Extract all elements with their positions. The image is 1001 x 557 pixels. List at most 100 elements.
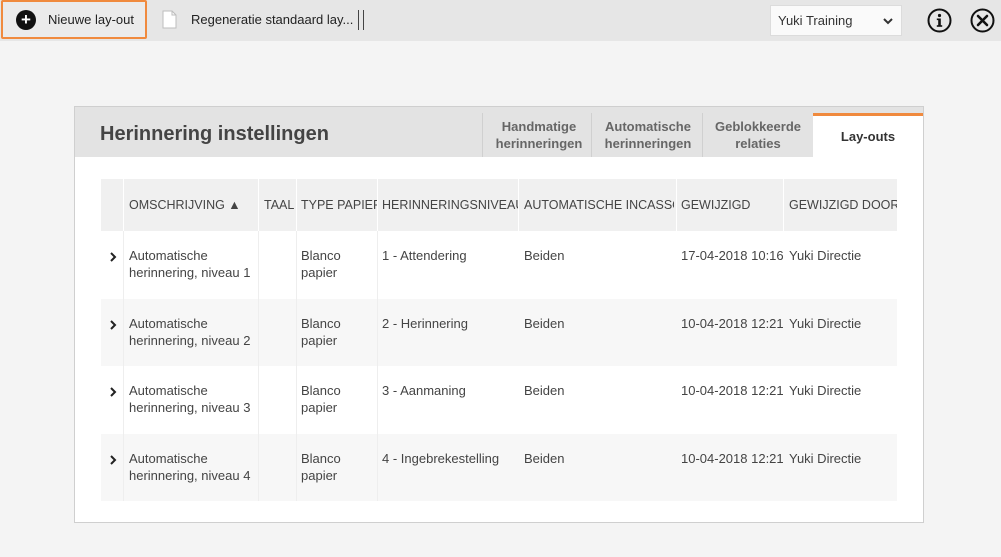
cell-auto-collection: Beiden [524,383,565,398]
cell-divider [377,433,378,501]
company-select-value: Yuki Training [778,13,853,28]
cell-divider [123,366,124,434]
cell-divider [258,433,259,501]
toolbar-separator [358,10,364,30]
column-header-modified[interactable]: GEWIJZIGD [681,179,781,231]
tab-layouts[interactable]: Lay-outs [813,113,923,157]
new-layout-button[interactable]: + Nieuwe lay-out [1,0,147,39]
column-divider [258,179,259,231]
cell-reminder-level: 4 - Ingebrekestelling [382,450,500,466]
reminder-settings-panel: Herinnering instellingen Handmatige herin… [74,106,924,523]
cell-modified-by: Yuki Directie [789,383,862,398]
chevron-right-icon[interactable] [109,454,117,465]
column-header-description[interactable]: OMSCHRIJVING ▲ [129,179,257,231]
cell-description: Automatische herinnering, niveau 2 [129,315,250,349]
column-header-reminder-level[interactable]: HERINNERINGSNIVEAU [382,179,518,231]
tab-label-line1: Automatische [605,119,691,134]
cell-description: Automatische herinnering, niveau 4 [129,450,250,484]
cell-description: Automatische herinnering, niveau 1 [129,247,250,281]
cell-description-line2: herinnering, niveau 2 [129,332,251,348]
cell-divider [296,298,297,366]
table-row[interactable]: Automatische herinnering, niveau 1 Blanco… [101,231,897,299]
cell-description-line2: herinnering, niveau 4 [129,467,251,483]
column-header-language[interactable]: TAAL [264,179,297,231]
cell-paper-line2: papier [301,265,338,280]
cell-divider [258,366,259,434]
cell-divider [296,231,297,299]
cell-paper-type: Blanco papier [301,315,341,349]
cell-divider [377,298,378,366]
cell-divider [377,231,378,299]
cell-paper-type: Blanco papier [301,247,341,281]
cell-description-line1: Automatische [129,248,208,263]
cell-modified-by: Yuki Directie [789,248,862,263]
column-divider [296,179,297,231]
layouts-table: OMSCHRIJVING ▲ TAAL TYPE PAPIER HERINNER… [101,179,897,501]
cell-description-line1: Automatische [129,315,208,331]
close-icon[interactable] [970,8,995,33]
tab-label-line1: Geblokkeerde [715,119,801,134]
regenerate-standard-layout-button[interactable]: Regeneratie standaard lay... [162,0,353,39]
cell-divider [123,433,124,501]
chevron-down-icon [883,18,893,25]
cell-modified: 10-04-2018 12:21 [681,383,784,398]
column-divider [676,179,677,231]
cell-modified: 10-04-2018 12:21 [681,315,784,331]
page-title: Herinnering instellingen [100,123,329,145]
column-divider [518,179,519,231]
chevron-right-icon[interactable] [109,319,117,330]
table-row[interactable]: Automatische herinnering, niveau 4 Blanco… [101,433,897,501]
tab-label-line2: herinneringen [604,136,692,151]
regenerate-label: Regeneratie standaard lay... [191,12,354,27]
table-row[interactable]: Automatische herinnering, niveau 3 Blanco… [101,366,897,434]
cell-description-line1: Automatische [129,383,208,398]
tab-label-line2: herinneringen [495,136,583,151]
cell-auto-collection: Beiden [524,450,565,466]
cell-paper-type: Blanco papier [301,382,341,416]
cell-paper-line1: Blanco [301,383,341,398]
tab-label-line2: relaties [735,136,781,151]
cell-paper-line2: papier [301,400,338,415]
plus-circle-icon: + [16,9,36,30]
chevron-right-icon[interactable] [109,387,117,397]
tab-blocked-relations[interactable]: Geblokkeerde relaties [702,113,813,157]
cell-divider [258,298,259,366]
cell-description-line2: herinnering, niveau 3 [129,400,251,415]
column-divider [123,179,124,231]
cell-modified: 10-04-2018 12:21 [681,450,784,466]
column-divider [783,179,784,231]
cell-auto-collection: Beiden [524,315,565,331]
cell-divider [123,231,124,299]
cell-modified: 17-04-2018 10:16 [681,248,784,263]
column-header-paper-type[interactable]: TYPE PAPIER [301,179,377,231]
info-icon[interactable] [927,8,952,33]
tab-manual-reminders[interactable]: Handmatige herinneringen [482,113,595,157]
cell-reminder-level: 1 - Attendering [382,248,467,263]
column-divider [377,179,378,231]
cell-paper-line2: papier [301,467,338,483]
chevron-right-icon[interactable] [109,252,117,262]
cell-paper-line2: papier [301,332,338,348]
cell-divider [123,298,124,366]
table-header: OMSCHRIJVING ▲ TAAL TYPE PAPIER HERINNER… [101,179,897,231]
table-row[interactable]: Automatische herinnering, niveau 2 Blanco… [101,298,897,366]
cell-divider [258,231,259,299]
column-header-auto-collection[interactable]: AUTOMATISCHE INCASSO [524,179,674,231]
cell-divider [296,366,297,434]
cell-reminder-level: 3 - Aanmaning [382,383,466,398]
cell-description-line1: Automatische [129,450,208,466]
document-icon [162,10,177,29]
cell-paper-line1: Blanco [301,315,341,331]
company-select[interactable]: Yuki Training [770,5,902,36]
tab-label-line1: Handmatige [501,119,577,134]
cell-paper-line1: Blanco [301,450,341,466]
new-layout-label: Nieuwe lay-out [48,12,134,27]
column-header-modified-by[interactable]: GEWIJZIGD DOOR [789,179,897,231]
tab-automatic-reminders[interactable]: Automatische herinneringen [591,113,704,157]
cell-divider [377,366,378,434]
cell-description: Automatische herinnering, niveau 3 [129,382,250,416]
cell-reminder-level: 2 - Herinnering [382,315,468,331]
tab-label: Lay-outs [840,129,896,144]
cell-modified-by: Yuki Directie [789,315,862,331]
cell-paper-line1: Blanco [301,248,341,263]
